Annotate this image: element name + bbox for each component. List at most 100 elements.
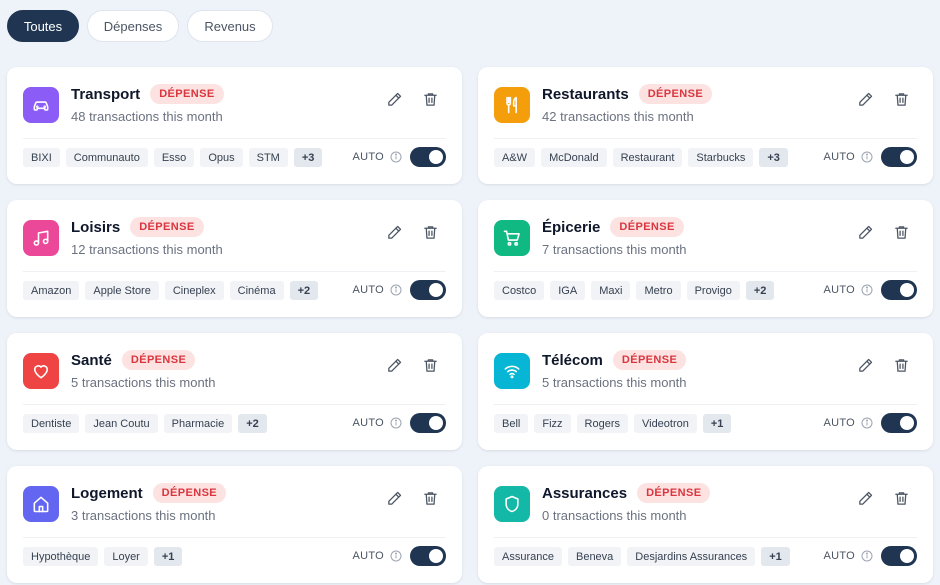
category-name: Épicerie — [542, 218, 601, 236]
auto-control: AUTO — [823, 413, 917, 433]
category-name: Restaurants — [542, 85, 629, 103]
card-divider — [494, 537, 917, 538]
merchant-tag: Dentiste — [23, 414, 80, 433]
info-icon[interactable] — [390, 417, 402, 429]
edit-button[interactable] — [384, 89, 404, 109]
delete-button[interactable] — [420, 488, 440, 508]
auto-toggle[interactable] — [881, 413, 917, 433]
delete-button[interactable] — [420, 89, 440, 109]
category-name: Santé — [71, 351, 112, 369]
tab-revenus[interactable]: Revenus — [187, 10, 273, 42]
merchant-tag: Costco — [494, 281, 545, 300]
merchant-tag: BIXI — [23, 148, 60, 167]
merchant-tag: Jean Coutu — [85, 414, 158, 433]
more-tags-badge[interactable]: +1 — [761, 547, 790, 566]
merchant-tag: A&W — [494, 148, 536, 167]
edit-button[interactable] — [855, 355, 875, 375]
auto-toggle[interactable] — [410, 546, 446, 566]
edit-button[interactable] — [384, 488, 404, 508]
type-badge: DÉPENSE — [130, 217, 204, 237]
auto-toggle[interactable] — [881, 546, 917, 566]
edit-button[interactable] — [855, 488, 875, 508]
trash-icon — [893, 224, 910, 241]
more-tags-badge[interactable]: +3 — [759, 148, 788, 167]
merchant-tag: IGA — [550, 281, 586, 300]
auto-label: AUTO — [823, 417, 855, 429]
merchant-tag: Starbucks — [688, 148, 754, 167]
info-icon[interactable] — [861, 151, 873, 163]
more-tags-badge[interactable]: +1 — [702, 414, 732, 433]
category-name: Transport — [71, 85, 141, 103]
card-title-row: Télécom DÉPENSE — [542, 350, 687, 370]
more-tags-badge[interactable]: +2 — [289, 281, 319, 300]
merchant-tag: Cinéma — [229, 281, 284, 300]
info-icon[interactable] — [861, 550, 873, 562]
toggle-knob — [429, 150, 443, 164]
delete-button[interactable] — [891, 355, 911, 375]
auto-control: AUTO — [823, 147, 917, 167]
type-badge: DÉPENSE — [637, 483, 711, 503]
auto-toggle[interactable] — [881, 147, 917, 167]
card-divider — [23, 404, 446, 405]
toggle-knob — [429, 416, 443, 430]
delete-button[interactable] — [891, 222, 911, 242]
auto-toggle[interactable] — [410, 280, 446, 300]
transaction-count: 0 transactions this month — [542, 508, 687, 523]
more-tags-badge[interactable]: +3 — [293, 148, 323, 167]
edit-button[interactable] — [855, 89, 875, 109]
edit-button[interactable] — [384, 355, 404, 375]
type-badge: DÉPENSE — [638, 84, 713, 104]
edit-button[interactable] — [855, 222, 875, 242]
toggle-knob — [900, 416, 914, 430]
tab-depenses[interactable]: Dépenses — [87, 10, 179, 42]
card-title-row: Logement DÉPENSE — [71, 483, 227, 503]
merchant-tags: Assurance Beneva Desjardins Assurances +1 — [494, 547, 790, 566]
card-divider — [23, 537, 446, 538]
info-icon[interactable] — [861, 284, 873, 296]
auto-toggle[interactable] — [881, 280, 917, 300]
tab-toutes[interactable]: Toutes — [7, 10, 79, 42]
more-tags-badge[interactable]: +2 — [238, 414, 267, 433]
pencil-icon — [386, 490, 403, 507]
auto-toggle[interactable] — [410, 413, 446, 433]
category-name: Télécom — [542, 351, 603, 369]
transaction-count: 3 transactions this month — [71, 508, 216, 523]
merchant-tag: Cineplex — [164, 281, 224, 300]
toggle-knob — [429, 283, 443, 297]
auto-toggle[interactable] — [410, 147, 446, 167]
category-name: Logement — [71, 484, 143, 502]
edit-button[interactable] — [384, 222, 404, 242]
auto-control: AUTO — [352, 413, 446, 433]
card-title-row: Transport DÉPENSE — [71, 84, 224, 104]
card-title-row: Santé DÉPENSE — [71, 350, 196, 370]
category-name: Assurances — [542, 484, 628, 502]
toggle-knob — [900, 150, 914, 164]
info-icon[interactable] — [861, 417, 873, 429]
merchant-tag: Fizz — [534, 414, 571, 433]
transaction-count: 48 transactions this month — [71, 109, 223, 124]
more-tags-badge[interactable]: +2 — [745, 281, 775, 300]
auto-label: AUTO — [352, 284, 384, 296]
info-icon[interactable] — [390, 284, 402, 296]
auto-label: AUTO — [823, 151, 855, 163]
filter-tabs: Toutes Dépenses Revenus — [7, 10, 273, 42]
merchant-tag: Hypothèque — [23, 547, 99, 566]
transaction-count: 12 transactions this month — [71, 242, 223, 257]
merchant-tags: Costco IGA Maxi Metro Provigo +2 — [494, 281, 775, 300]
delete-button[interactable] — [891, 488, 911, 508]
trash-icon — [422, 357, 439, 374]
delete-button[interactable] — [420, 355, 440, 375]
category-card-sante: Santé DÉPENSE 5 transactions this month Den… — [7, 333, 462, 450]
utensils-icon — [494, 87, 530, 123]
auto-control: AUTO — [823, 546, 917, 566]
card-title-row: Épicerie DÉPENSE — [542, 217, 684, 237]
info-icon[interactable] — [390, 151, 402, 163]
delete-button[interactable] — [891, 89, 911, 109]
more-tags-badge[interactable]: +1 — [153, 547, 183, 566]
merchant-tags: Hypothèque Loyer +1 — [23, 547, 183, 566]
category-card-logement: Logement DÉPENSE 3 transactions this month… — [7, 466, 462, 583]
toggle-knob — [900, 283, 914, 297]
info-icon[interactable] — [390, 550, 402, 562]
card-title-row: Assurances DÉPENSE — [542, 483, 711, 503]
delete-button[interactable] — [420, 222, 440, 242]
